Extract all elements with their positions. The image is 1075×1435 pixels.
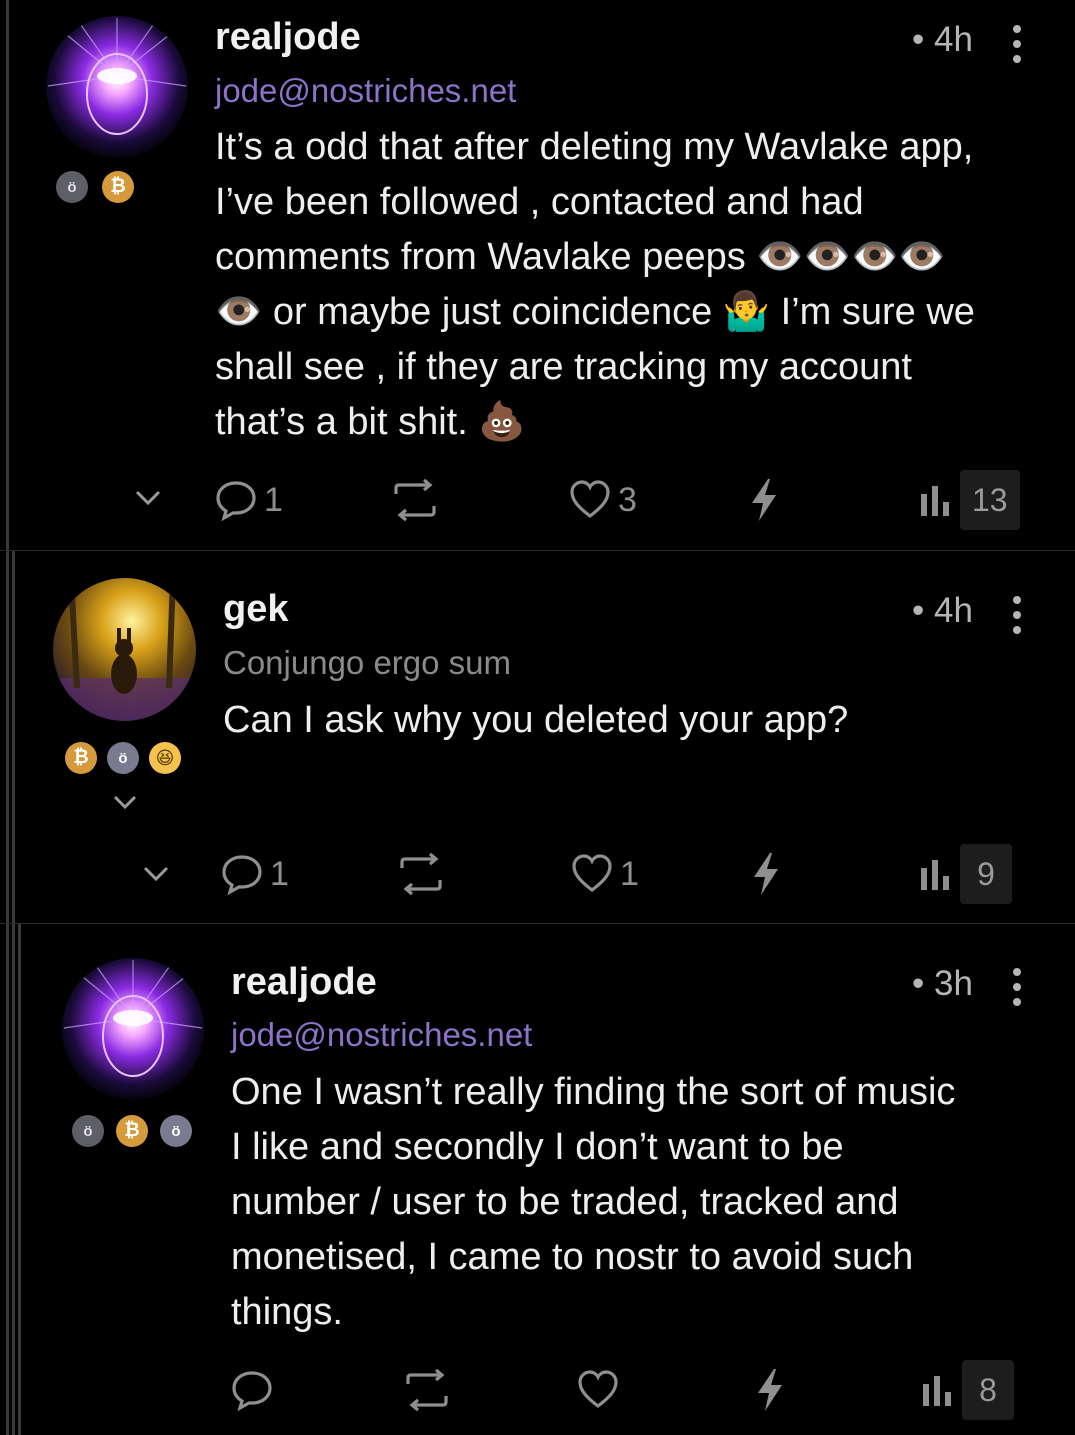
zap-button[interactable] (750, 844, 782, 904)
laughing-badge-icon[interactable]: 😆 (149, 742, 181, 774)
reply-count: 1 (264, 480, 283, 519)
profile-tagline: Conjungo ergo sum (223, 644, 512, 681)
lightning-icon (752, 479, 776, 521)
note-post[interactable]: ₿ ö 😆 gek Conjungo ergo sum • 4h Can I a… (0, 550, 1075, 923)
note-content: Can I ask why you deleted your app? (223, 699, 849, 741)
robot-badge-icon[interactable]: ö (56, 171, 88, 203)
action-bar: 8 (0, 1360, 1075, 1420)
repost-icon (394, 478, 436, 522)
like-count: 1 (620, 854, 639, 893)
note-content: One I wasn’t really finding the sort of … (231, 1071, 956, 1333)
repost-button[interactable] (394, 844, 448, 904)
note-post[interactable]: ö ₿ realjode jode@nostriches.net • 4h It… (0, 0, 1075, 550)
nip05-handle[interactable]: jode@nostriches.net (231, 1016, 532, 1054)
timestamp: • 4h (912, 20, 973, 59)
lightning-icon (758, 1369, 782, 1411)
bar-chart-icon (923, 1376, 951, 1406)
avatar[interactable] (62, 958, 204, 1100)
username[interactable]: gek (223, 588, 288, 631)
repost-button[interactable] (400, 1360, 454, 1420)
robot-badge-icon[interactable]: ö (72, 1115, 104, 1147)
more-options-icon[interactable] (1012, 25, 1022, 63)
badge-row: ö ₿ ö (72, 1115, 192, 1147)
views-indicator[interactable]: 8 (918, 1360, 1014, 1420)
heart-icon (570, 480, 610, 519)
nip05-handle[interactable]: jode@nostriches.net (215, 72, 516, 110)
bitcoin-badge-icon[interactable]: ₿ (65, 742, 97, 774)
bar-chart-icon (921, 860, 949, 890)
username[interactable]: realjode (215, 16, 361, 59)
heart-icon (572, 854, 612, 893)
bar-chart-icon (921, 486, 949, 516)
repost-icon (406, 1368, 448, 1412)
view-count: 13 (960, 470, 1020, 530)
view-count: 9 (960, 844, 1012, 904)
lightning-icon (754, 853, 778, 895)
badge-row: ö ₿ (56, 171, 134, 203)
avatar[interactable] (53, 578, 196, 721)
collapse-chevron-icon[interactable] (133, 488, 163, 513)
views-indicator[interactable]: 13 (916, 470, 1020, 530)
timestamp: • 3h (912, 964, 973, 1003)
reply-icon (222, 855, 262, 896)
like-button[interactable]: 3 (568, 470, 637, 530)
note-content: It’s a odd that after deleting my Wavlak… (215, 126, 975, 443)
action-bar: 1 3 13 (0, 470, 1075, 530)
view-count: 8 (962, 1360, 1014, 1420)
username[interactable]: realjode (231, 961, 377, 1004)
robot-badge-icon[interactable]: ö (107, 742, 139, 774)
expand-badges-chevron-icon[interactable] (111, 794, 139, 817)
reply-icon (232, 1371, 272, 1412)
like-button[interactable]: 1 (570, 844, 639, 904)
reply-button[interactable] (230, 1360, 274, 1420)
collapse-chevron-icon[interactable] (141, 864, 171, 889)
robot-badge-icon[interactable]: ö (160, 1115, 192, 1147)
views-indicator[interactable]: 9 (916, 844, 1012, 904)
reply-icon (216, 481, 256, 522)
reply-button[interactable]: 1 (214, 470, 283, 530)
thread-view: ö ₿ realjode jode@nostriches.net • 4h It… (0, 0, 1075, 1435)
repost-icon (400, 852, 442, 896)
zap-button[interactable] (754, 1360, 786, 1420)
zap-button[interactable] (748, 470, 780, 530)
more-options-icon[interactable] (1012, 968, 1022, 1006)
reply-button[interactable]: 1 (220, 844, 289, 904)
avatar[interactable] (46, 16, 188, 158)
timestamp: • 4h (912, 591, 973, 630)
like-button[interactable] (576, 1360, 620, 1420)
action-bar: 1 1 9 (0, 844, 1075, 904)
like-count: 3 (618, 480, 637, 519)
more-options-icon[interactable] (1012, 596, 1022, 634)
note-post[interactable]: ö ₿ ö realjode jode@nostriches.net • 3h … (0, 923, 1075, 1435)
repost-button[interactable] (388, 470, 442, 530)
heart-icon (578, 1370, 618, 1409)
badge-row: ₿ ö 😆 (65, 742, 181, 774)
reply-count: 1 (270, 854, 289, 893)
bitcoin-badge-icon[interactable]: ₿ (102, 171, 134, 203)
bitcoin-badge-icon[interactable]: ₿ (116, 1115, 148, 1147)
